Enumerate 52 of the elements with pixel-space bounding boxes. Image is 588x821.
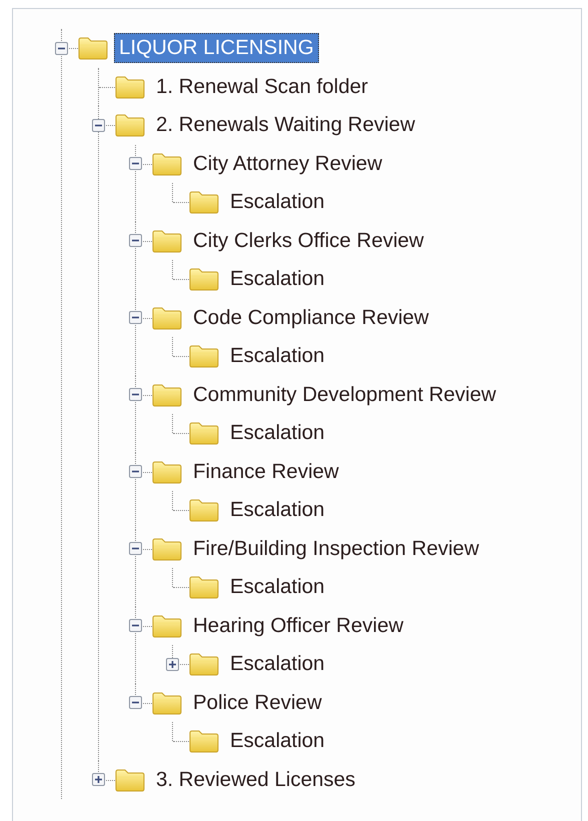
tree-item[interactable]: LIQUOR LICENSING bbox=[114, 33, 319, 64]
expand-button[interactable] bbox=[166, 658, 179, 671]
tree-item[interactable]: Escalation bbox=[225, 187, 330, 218]
folder-icon bbox=[152, 614, 182, 638]
folder-icon bbox=[152, 536, 182, 561]
folder-icon bbox=[115, 768, 145, 792]
tree-item[interactable]: Community Development Review bbox=[188, 380, 502, 410]
folder-icon bbox=[189, 729, 219, 754]
collapse-button[interactable] bbox=[129, 234, 142, 248]
tree-item[interactable]: 3. Reviewed Licenses bbox=[151, 764, 360, 795]
tree-item[interactable]: Escalation bbox=[225, 572, 330, 602]
folder-icon bbox=[152, 382, 182, 407]
collapse-button[interactable] bbox=[129, 465, 142, 478]
collapse-button[interactable] bbox=[129, 388, 142, 402]
tree-item[interactable]: Code Compliance Review bbox=[188, 302, 434, 333]
tree-item[interactable]: Escalation bbox=[225, 341, 330, 372]
folder-icon bbox=[189, 190, 219, 214]
folder-icon bbox=[152, 306, 182, 330]
collapse-button[interactable] bbox=[55, 42, 68, 55]
collapse-button[interactable] bbox=[129, 619, 142, 632]
tree-item[interactable]: 2. Renewals Waiting Review bbox=[151, 110, 420, 140]
collapse-button[interactable] bbox=[129, 696, 142, 710]
folder-icon bbox=[152, 460, 182, 484]
tree-item[interactable]: Finance Review bbox=[188, 456, 344, 487]
tree-item[interactable]: Hearing Officer Review bbox=[188, 610, 408, 641]
tree-item[interactable]: Escalation bbox=[225, 495, 330, 526]
tree-item[interactable]: Escalation bbox=[225, 264, 330, 294]
folder-icon bbox=[189, 267, 219, 292]
tree-item[interactable]: City Clerks Office Review bbox=[188, 226, 429, 256]
tree-item[interactable]: Escalation bbox=[225, 649, 330, 680]
folder-icon bbox=[115, 113, 145, 138]
tree-item[interactable]: Police Review bbox=[188, 688, 327, 718]
folder-icon bbox=[152, 228, 182, 253]
tree-item[interactable]: Escalation bbox=[225, 418, 330, 448]
folder-icon bbox=[152, 152, 182, 176]
tree-item[interactable]: Fire/Building Inspection Review bbox=[188, 534, 484, 564]
collapse-button[interactable] bbox=[129, 311, 142, 324]
collapse-button[interactable] bbox=[129, 157, 142, 170]
folder-icon bbox=[189, 344, 219, 368]
folder-icon bbox=[189, 498, 219, 522]
folder-icon bbox=[189, 421, 219, 446]
folder-icon bbox=[115, 74, 145, 99]
expand-button[interactable] bbox=[92, 773, 105, 786]
tree-item[interactable]: City Attorney Review bbox=[188, 148, 388, 179]
tree-item[interactable]: 1. Renewal Scan folder bbox=[151, 72, 373, 102]
tree-item[interactable]: Escalation bbox=[225, 726, 330, 756]
folder-icon bbox=[78, 36, 108, 60]
folder-icon bbox=[152, 690, 182, 715]
folder-icon bbox=[189, 652, 219, 676]
collapse-button[interactable] bbox=[92, 118, 105, 132]
folder-icon bbox=[189, 575, 219, 600]
collapse-button[interactable] bbox=[129, 542, 142, 556]
